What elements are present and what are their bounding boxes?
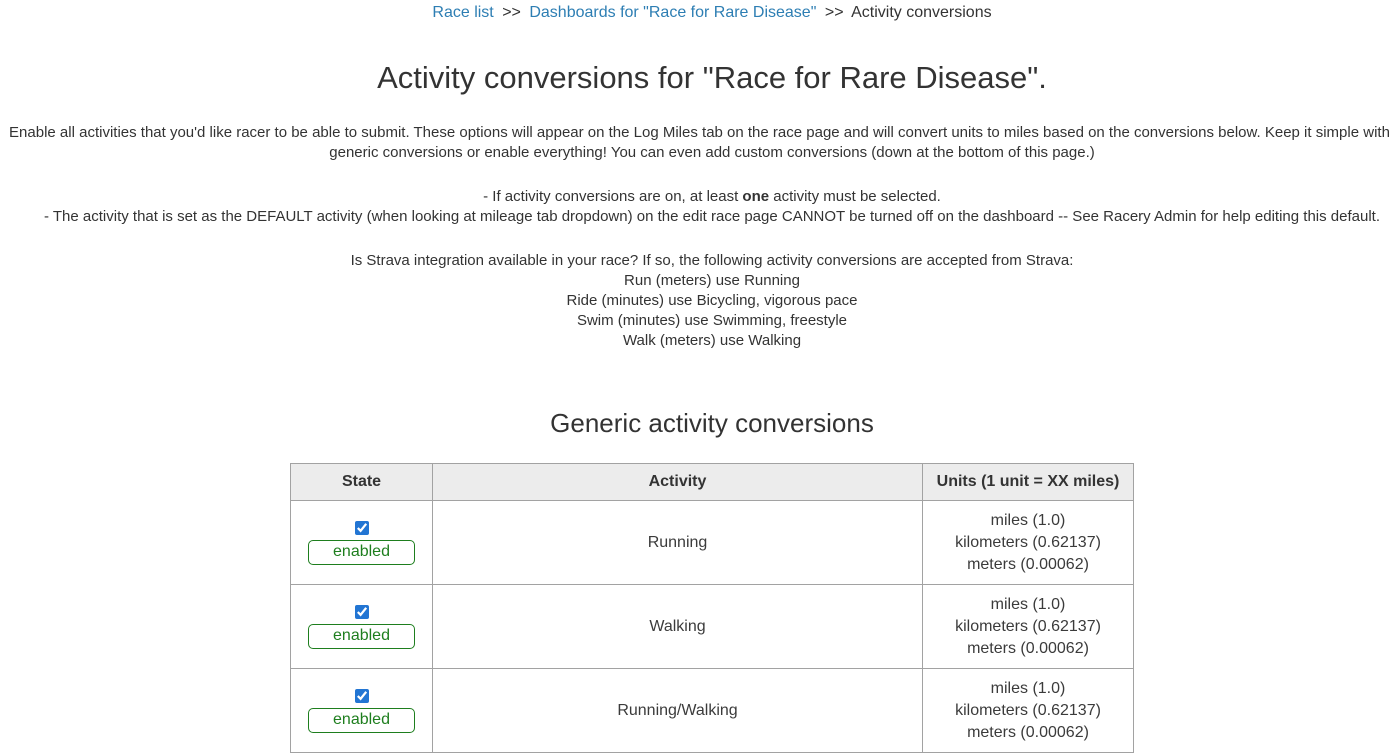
strava-line-walk: Walk (meters) use Walking — [0, 331, 1394, 351]
column-header-activity: Activity — [433, 464, 923, 501]
unit-conversion: kilometers (0.62137) — [924, 700, 1132, 722]
unit-conversion: miles (1.0) — [924, 678, 1132, 700]
strava-info: Is Strava integration available in your … — [0, 251, 1394, 351]
activity-enabled-checkbox[interactable] — [355, 605, 369, 619]
page: Race list >> Dashboards for "Race for Ra… — [0, 0, 1394, 753]
units-list: miles (1.0)kilometers (0.62137)meters (0… — [923, 669, 1134, 753]
activity-name: Running — [433, 501, 923, 585]
page-title: Activity conversions for "Race for Rare … — [0, 57, 1394, 99]
breadcrumb-current: Activity conversions — [851, 4, 992, 21]
note-activity-required: - If activity conversions are on, at lea… — [0, 187, 1394, 207]
column-header-state: State — [291, 464, 433, 501]
activity-name: Running/Walking — [433, 669, 923, 753]
unit-conversion: miles (1.0) — [924, 594, 1132, 616]
table-row: enabled Walking miles (1.0)kilometers (0… — [291, 585, 1134, 669]
unit-conversion: meters (0.00062) — [924, 722, 1132, 744]
strava-line-ride: Ride (minutes) use Bicycling, vigorous p… — [0, 291, 1394, 311]
section-title-generic-conversions: Generic activity conversions — [0, 407, 1394, 439]
breadcrumb: Race list >> Dashboards for "Race for Ra… — [0, 0, 1394, 23]
units-list: miles (1.0)kilometers (0.62137)meters (0… — [923, 501, 1134, 585]
column-header-units: Units (1 unit = XX miles) — [923, 464, 1134, 501]
unit-conversion: kilometers (0.62137) — [924, 532, 1132, 554]
breadcrumb-link-race-list[interactable]: Race list — [432, 4, 493, 21]
intro-notes: - If activity conversions are on, at lea… — [0, 187, 1394, 227]
unit-conversion: meters (0.00062) — [924, 554, 1132, 576]
intro-paragraph: Enable all activities that you'd like ra… — [0, 123, 1394, 163]
table-row: enabled Running miles (1.0)kilometers (0… — [291, 501, 1134, 585]
activity-enabled-checkbox[interactable] — [355, 689, 369, 703]
breadcrumb-separator: >> — [502, 4, 521, 21]
unit-conversion: miles (1.0) — [924, 510, 1132, 532]
strava-line-swim: Swim (minutes) use Swimming, freestyle — [0, 311, 1394, 331]
activity-name: Walking — [433, 585, 923, 669]
enabled-state-button[interactable]: enabled — [308, 540, 415, 565]
enabled-state-button[interactable]: enabled — [308, 624, 415, 649]
breadcrumb-separator: >> — [825, 4, 844, 21]
state-cell: enabled — [291, 501, 433, 585]
activity-conversions-table: State Activity Units (1 unit = XX miles)… — [290, 463, 1134, 753]
table-row: enabled Running/Walking miles (1.0)kilom… — [291, 669, 1134, 753]
unit-conversion: kilometers (0.62137) — [924, 616, 1132, 638]
strava-line-run: Run (meters) use Running — [0, 271, 1394, 291]
intro: Enable all activities that you'd like ra… — [0, 123, 1394, 351]
note-default-activity: - The activity that is set as the DEFAUL… — [0, 207, 1394, 227]
breadcrumb-link-dashboards[interactable]: Dashboards for "Race for Rare Disease" — [529, 4, 816, 21]
state-cell: enabled — [291, 585, 433, 669]
units-list: miles (1.0)kilometers (0.62137)meters (0… — [923, 585, 1134, 669]
activity-enabled-checkbox[interactable] — [355, 521, 369, 535]
strava-heading: Is Strava integration available in your … — [0, 251, 1394, 271]
unit-conversion: meters (0.00062) — [924, 638, 1132, 660]
table-header-row: State Activity Units (1 unit = XX miles) — [291, 464, 1134, 501]
state-cell: enabled — [291, 669, 433, 753]
